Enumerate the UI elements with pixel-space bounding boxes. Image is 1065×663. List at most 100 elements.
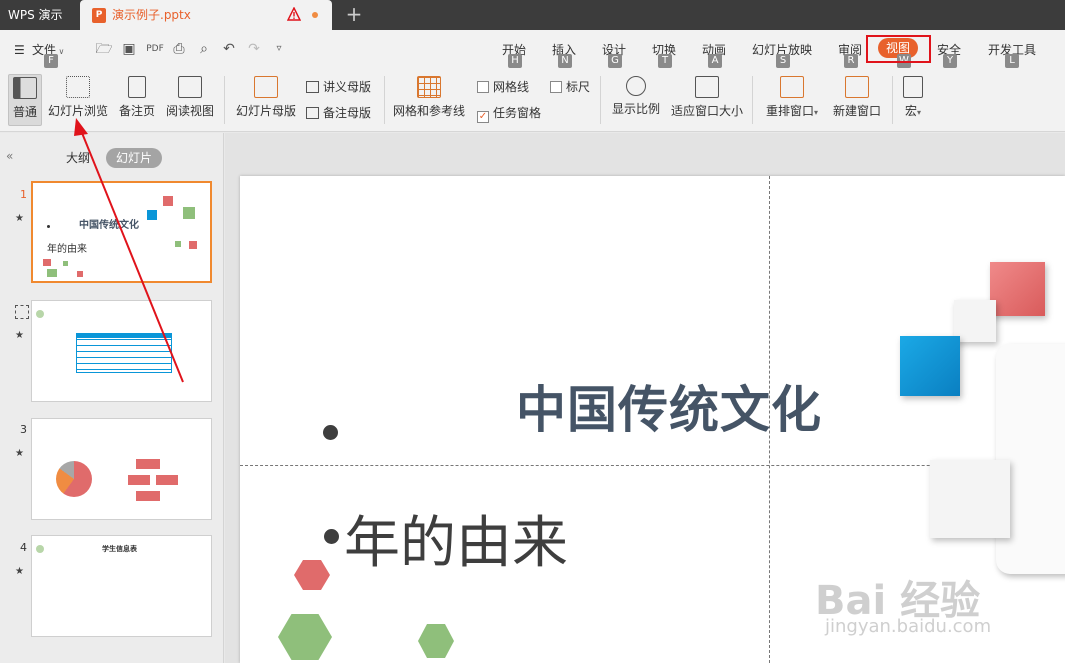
dropdown-caret-icon: ▾ [814,108,819,117]
handout-master-icon [306,81,319,93]
bullet-dot [324,529,339,544]
ribbon-divider [600,76,601,124]
decorative-square-blue [900,336,960,396]
keytip-insert: N [558,54,572,68]
collapse-panel-icon[interactable]: « [6,149,13,163]
slide-bullet-text[interactable]: 年的由来 [344,498,568,579]
new-tab-icon[interactable]: + [344,4,364,24]
unsaved-dot-icon [312,12,318,18]
notes-page-button[interactable]: 备注页 [116,74,158,126]
hidden-slide-icon [15,305,29,319]
thumb-square-red [189,241,197,249]
task-pane-checkbox[interactable]: ✓ 任务窗格 [477,104,541,123]
slide-thumbnail-3[interactable] [31,418,212,520]
save-icon[interactable]: ▣ [120,40,138,58]
notes-master-button[interactable]: 备注母版 [306,104,371,122]
slide-title[interactable]: 中国传统文化 [516,370,822,442]
reading-view-icon [178,76,202,98]
slide-number: 4 [20,541,27,554]
thumb-square-green [175,241,181,247]
keytip-design: G [608,54,622,68]
slide-master-label: 幻灯片母版 [235,104,296,118]
thumb-square-green [183,207,195,219]
thumb-shape [136,459,160,469]
slide-thumbnail-1[interactable]: 中国传统文化 年的由来 [31,181,212,283]
slide-thumbnail-4[interactable]: 学生信息表 [31,535,212,637]
warning-icon[interactable] [287,7,301,21]
thumb-shape [128,475,150,485]
bullet-dot [323,425,338,440]
slide-sorter-button[interactable]: 幻灯片浏览 [46,74,110,126]
redo-icon[interactable]: ↷ [245,40,263,58]
arrange-windows-button[interactable]: 重排窗口▾ [762,74,822,126]
ribbon-divider [384,76,385,124]
grid-guides-button[interactable]: 网格和参考线 [392,74,466,126]
reading-view-button[interactable]: 阅读视图 [164,74,216,126]
normal-view-button[interactable]: 普通 [8,74,42,126]
open-icon[interactable]: 🗁 [95,40,113,58]
thumb-bullet-dot [47,225,50,228]
tab-slides[interactable]: 幻灯片 [106,148,163,168]
animation-star-icon: ★ [15,566,24,577]
ruler-checkbox-box [550,81,562,93]
print-icon[interactable]: ⎙ [170,40,188,58]
thumb-pie-chart [56,461,92,497]
keytip-review: R [844,54,858,68]
gridlines-label: 网格线 [493,80,530,94]
app-name-tab[interactable]: WPS 演示 [0,0,76,30]
thumb-title: 中国传统文化 [79,220,139,231]
decorative-hexagon-green [418,624,454,658]
thumb-table-header [76,333,172,338]
zoom-button[interactable]: 显示比例 [610,74,662,126]
notes-page-icon [128,76,146,98]
document-filename: 演示例子.pptx [112,8,191,22]
undo-icon[interactable]: ↶ [220,40,238,58]
thumb-shape [136,491,160,501]
thumb-shape [156,475,178,485]
tab-outline[interactable]: 大纲 [66,149,90,166]
fit-window-button[interactable]: 适应窗口大小 [670,74,744,126]
watermark-url: jingyan.baidu.com [825,616,992,637]
keytip-developer: L [1005,54,1019,68]
animation-star-icon: ★ [15,448,24,459]
thumb-hexagon [47,269,57,277]
pdf-export-icon[interactable]: PDF [146,40,164,58]
notes-page-label: 备注页 [118,104,155,118]
macro-icon [903,76,923,98]
zoom-icon [626,76,646,96]
ribbon-view: 普通 幻灯片浏览 备注页 阅读视图 幻灯片母版 讲义母版 备注母版 网格和参考线… [0,70,1065,132]
customize-toolbar-icon[interactable]: ▿ [270,40,288,58]
ribbon-divider [892,76,893,124]
keytip-security: Y [943,54,957,68]
zoom-label: 显示比例 [611,102,660,116]
thumb-table [76,333,172,373]
slide-thumbnail-2[interactable] [31,300,212,402]
gridlines-checkbox[interactable]: 网格线 [477,78,529,96]
grid-guides-label: 网格和参考线 [392,104,465,118]
ribbon-divider [224,76,225,124]
slide-panel: « 大纲 幻灯片 1 ★ 中国传统文化 年的由来 ★ 3 ★ 4 ★ 学生信息表 [0,133,224,663]
gridlines-checkbox-box [477,81,489,93]
decorative-hexagon-red [294,560,330,590]
highlight-box-view-tab [866,35,931,63]
keytip-slideshow: S [776,54,790,68]
print-preview-icon[interactable]: ⌕ [195,40,213,58]
new-window-button[interactable]: 新建窗口 [830,74,884,126]
handout-master-label: 讲义母版 [323,80,372,94]
thumb-square-red [163,196,173,206]
macro-label: 宏▾ [898,102,928,119]
notes-master-icon [306,107,319,119]
decorative-hexagon-green [278,614,332,660]
macro-button[interactable]: 宏▾ [898,74,928,126]
macro-text: 宏 [904,104,917,118]
decorative-square-white [954,300,996,342]
document-tab[interactable]: P 演示例子.pptx [80,0,332,30]
ruler-checkbox[interactable]: 标尺 [550,78,590,96]
handout-master-button[interactable]: 讲义母版 [306,78,371,96]
decorative-square-red [990,262,1045,316]
arrange-windows-text: 重排窗口 [765,104,814,118]
keytip-home: H [508,54,522,68]
fit-window-label: 适应窗口大小 [670,104,743,118]
animation-star-icon: ★ [15,330,24,341]
slide-master-button[interactable]: 幻灯片母版 [234,74,298,126]
